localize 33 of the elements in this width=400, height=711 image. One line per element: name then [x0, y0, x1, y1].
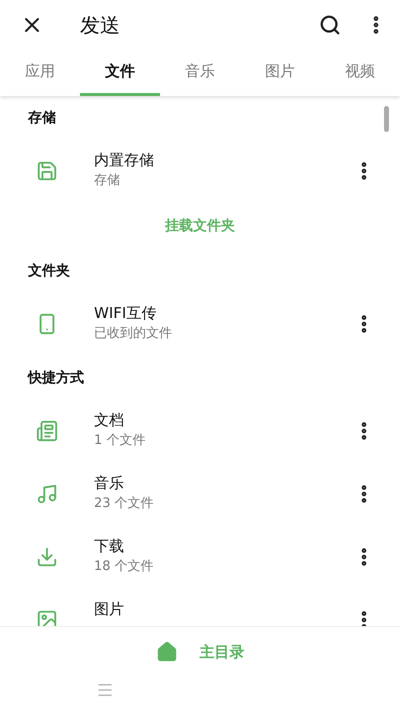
item-title: WIFI互传	[94, 304, 156, 322]
document-icon	[36, 420, 58, 442]
item-subtitle: 23 个文件	[94, 495, 155, 512]
item-subtitle: 1 个文件	[94, 432, 146, 449]
music-note-icon	[36, 483, 58, 505]
item-subtitle: 18 个文件	[94, 558, 155, 575]
tab[interactable]: 应用	[0, 50, 80, 96]
section-header: 快捷方式	[28, 369, 84, 387]
download-icon	[36, 546, 58, 568]
window-title: 发送	[80, 12, 121, 38]
tab[interactable]: 视频	[320, 50, 400, 96]
section-header: 存储	[28, 109, 56, 127]
image-icon	[36, 609, 58, 626]
list-item[interactable]: 下载 18 个文件	[0, 526, 400, 589]
list-item[interactable]: 文档 1 个文件	[0, 400, 400, 463]
list-item[interactable]: WIFI互传 已收到的文件	[0, 293, 400, 356]
tab[interactable]: 音乐	[160, 50, 240, 96]
list-item[interactable]: 内置存储 存储	[0, 140, 400, 203]
tab[interactable]: 文件	[80, 50, 160, 96]
section-header: 文件夹	[28, 262, 70, 280]
item-subtitle: 存储	[94, 172, 121, 189]
save-icon	[36, 160, 58, 182]
item-title: 图片	[94, 600, 124, 618]
home-icon	[156, 641, 178, 663]
item-title: 音乐	[94, 474, 124, 492]
item-subtitle: 已收到的文件	[94, 325, 173, 342]
list-item[interactable]: 图片	[0, 589, 400, 626]
tab[interactable]: 图片	[240, 50, 320, 96]
list-item[interactable]: 音乐 23 个文件	[0, 463, 400, 526]
item-title: 下载	[94, 537, 124, 555]
item-title: 内置存储	[94, 151, 154, 169]
item-title: 文档	[94, 411, 124, 429]
scrollbar[interactable]	[384, 106, 389, 132]
